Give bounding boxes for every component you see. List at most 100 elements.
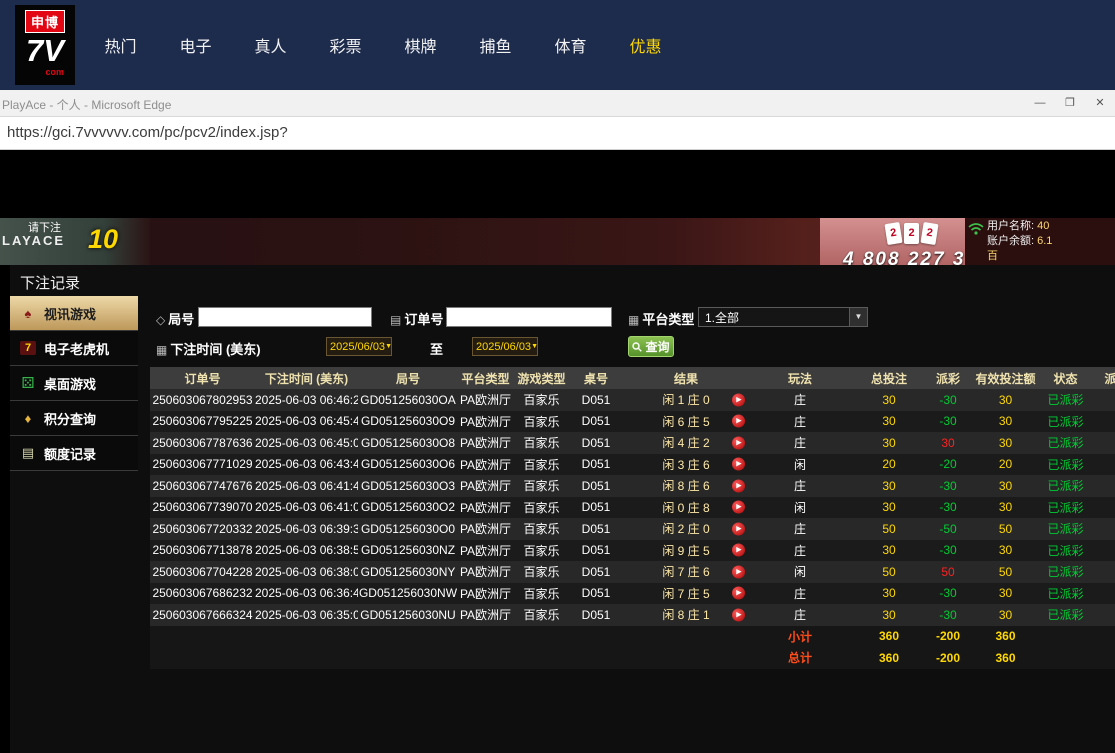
result: 闲 7 庄 5▶	[622, 583, 750, 605]
nav-item[interactable]: 热门	[83, 33, 158, 57]
payout: -30	[928, 583, 968, 605]
total-payout: -200	[928, 647, 968, 669]
bet-time: 2025-06-03 06:43:45	[255, 454, 358, 476]
nav-item[interactable]: 体育	[533, 33, 608, 57]
payout-time	[1088, 454, 1115, 476]
subtotal-bet: 360	[850, 626, 928, 648]
table-no: D051	[570, 583, 622, 605]
game-type: 百家乐	[513, 389, 570, 411]
column-header: 派	[1088, 367, 1115, 389]
total-bet: 30	[850, 411, 928, 433]
replay-icon[interactable]: ▶	[732, 608, 745, 621]
nav-item[interactable]: 捕鱼	[458, 33, 533, 57]
payout-time	[1088, 561, 1115, 583]
round-no: GD051256030O3	[358, 475, 458, 497]
column-header: 玩法	[750, 367, 850, 389]
total-bet: 30	[850, 583, 928, 605]
site-logo[interactable]: 申博 7V com	[15, 5, 75, 85]
order-no: 250603067795225	[150, 411, 255, 433]
play-type: 庄	[750, 583, 850, 605]
replay-icon[interactable]: ▶	[732, 522, 745, 535]
game-type: 百家乐	[513, 518, 570, 540]
status: 已派彩	[1043, 518, 1088, 540]
bet-record-row: 2506030677138782025-06-03 06:38:57GD0512…	[150, 540, 1115, 562]
round-no: GD051256030NW	[358, 583, 458, 605]
close-icon[interactable]: ✕	[1085, 90, 1115, 116]
window-controls: — ❐ ✕	[1025, 90, 1115, 116]
countdown-number: 10	[88, 224, 118, 255]
replay-icon[interactable]: ▶	[732, 415, 745, 428]
play-type: 庄	[750, 432, 850, 454]
replay-icon[interactable]: ▶	[732, 544, 745, 557]
to-label: 至	[430, 339, 443, 358]
payout: -30	[928, 604, 968, 626]
replay-icon[interactable]: ▶	[732, 393, 745, 406]
status: 已派彩	[1043, 475, 1088, 497]
nav-item[interactable]: 真人	[233, 33, 308, 57]
round-no: GD051256030O8	[358, 432, 458, 454]
bet-record-row: 2506030677952252025-06-03 06:45:45GD0512…	[150, 411, 1115, 433]
payout: -30	[928, 411, 968, 433]
order-input[interactable]	[446, 307, 612, 327]
result: 闲 2 庄 0▶	[622, 518, 750, 540]
chevron-down-icon[interactable]: ▼	[385, 339, 392, 354]
total-bet: 30	[850, 497, 928, 519]
column-header: 游戏类型	[513, 367, 570, 389]
subtotal-payout: -200	[928, 626, 968, 648]
date-to-select[interactable]: 2025/06/03 ▼	[472, 337, 538, 356]
table-no: D051	[570, 432, 622, 454]
ledger-icon: ▤	[20, 445, 36, 461]
payout: 30	[928, 432, 968, 454]
replay-icon[interactable]: ▶	[732, 436, 745, 449]
total-bet: 30	[850, 604, 928, 626]
order-no: 250603067686232	[150, 583, 255, 605]
sidebar-item[interactable]: ⚄桌面游戏	[10, 366, 138, 401]
column-header: 派彩	[928, 367, 968, 389]
replay-icon[interactable]: ▶	[732, 587, 745, 600]
sidebar-item[interactable]: ▤额度记录	[10, 436, 138, 471]
play-type: 庄	[750, 540, 850, 562]
platform-select[interactable]: 1.全部 ▼	[698, 307, 868, 327]
column-header: 平台类型	[458, 367, 513, 389]
platform-type: PA欧洲厅	[458, 411, 513, 433]
sidebar-item-label: 积分查询	[44, 409, 96, 428]
replay-icon[interactable]: ▶	[732, 458, 745, 471]
nav-item[interactable]: 棋牌	[383, 33, 458, 57]
sidebar-item[interactable]: ♠视讯游戏	[10, 296, 138, 331]
minimize-icon[interactable]: —	[1025, 90, 1055, 116]
bet-record-row: 2506030676862322025-06-03 06:36:40GD0512…	[150, 583, 1115, 605]
replay-icon[interactable]: ▶	[732, 479, 745, 492]
round-input[interactable]	[198, 307, 372, 327]
column-header: 状态	[1043, 367, 1088, 389]
chevron-down-icon[interactable]: ▼	[849, 308, 867, 326]
browser-titlebar[interactable]: PlayAce - 个人 - Microsoft Edge — ❐ ✕	[0, 90, 1115, 117]
nav-item[interactable]: 彩票	[308, 33, 383, 57]
sidebar-item[interactable]: ♦积分查询	[10, 401, 138, 436]
game-type: 百家乐	[513, 583, 570, 605]
payout: -30	[928, 497, 968, 519]
address-bar[interactable]: https://gci.7vvvvvv.com/pc/pcv2/index.js…	[0, 117, 1115, 150]
platform-type: PA欧洲厅	[458, 475, 513, 497]
bet-time: 2025-06-03 06:36:40	[255, 583, 358, 605]
round-no: GD051256030O9	[358, 411, 458, 433]
result: 闲 1 庄 0▶	[622, 389, 750, 411]
nav-item[interactable]: 优惠	[608, 33, 683, 57]
valid-bet: 30	[968, 411, 1043, 433]
payout-time	[1088, 432, 1115, 454]
search-button[interactable]: 查询	[628, 336, 674, 357]
sidebar-item[interactable]: 7电子老虎机	[10, 331, 138, 366]
bet-time: 2025-06-03 06:39:30	[255, 518, 358, 540]
chevron-down-icon[interactable]: ▼	[531, 339, 538, 354]
total-bet: 50	[850, 518, 928, 540]
round-label: ◇局号	[156, 309, 194, 328]
user-info-line: 账户余额: 6.1	[987, 234, 1052, 249]
restore-icon[interactable]: ❐	[1055, 90, 1085, 116]
replay-icon[interactable]: ▶	[732, 565, 745, 578]
date-from-select[interactable]: 2025/06/03 ▼	[326, 337, 392, 356]
play-type: 庄	[750, 389, 850, 411]
replay-icon[interactable]: ▶	[732, 501, 745, 514]
order-no: 250603067747676	[150, 475, 255, 497]
result: 闲 3 庄 6▶	[622, 454, 750, 476]
nav-item[interactable]: 电子	[158, 33, 233, 57]
payout-time	[1088, 389, 1115, 411]
